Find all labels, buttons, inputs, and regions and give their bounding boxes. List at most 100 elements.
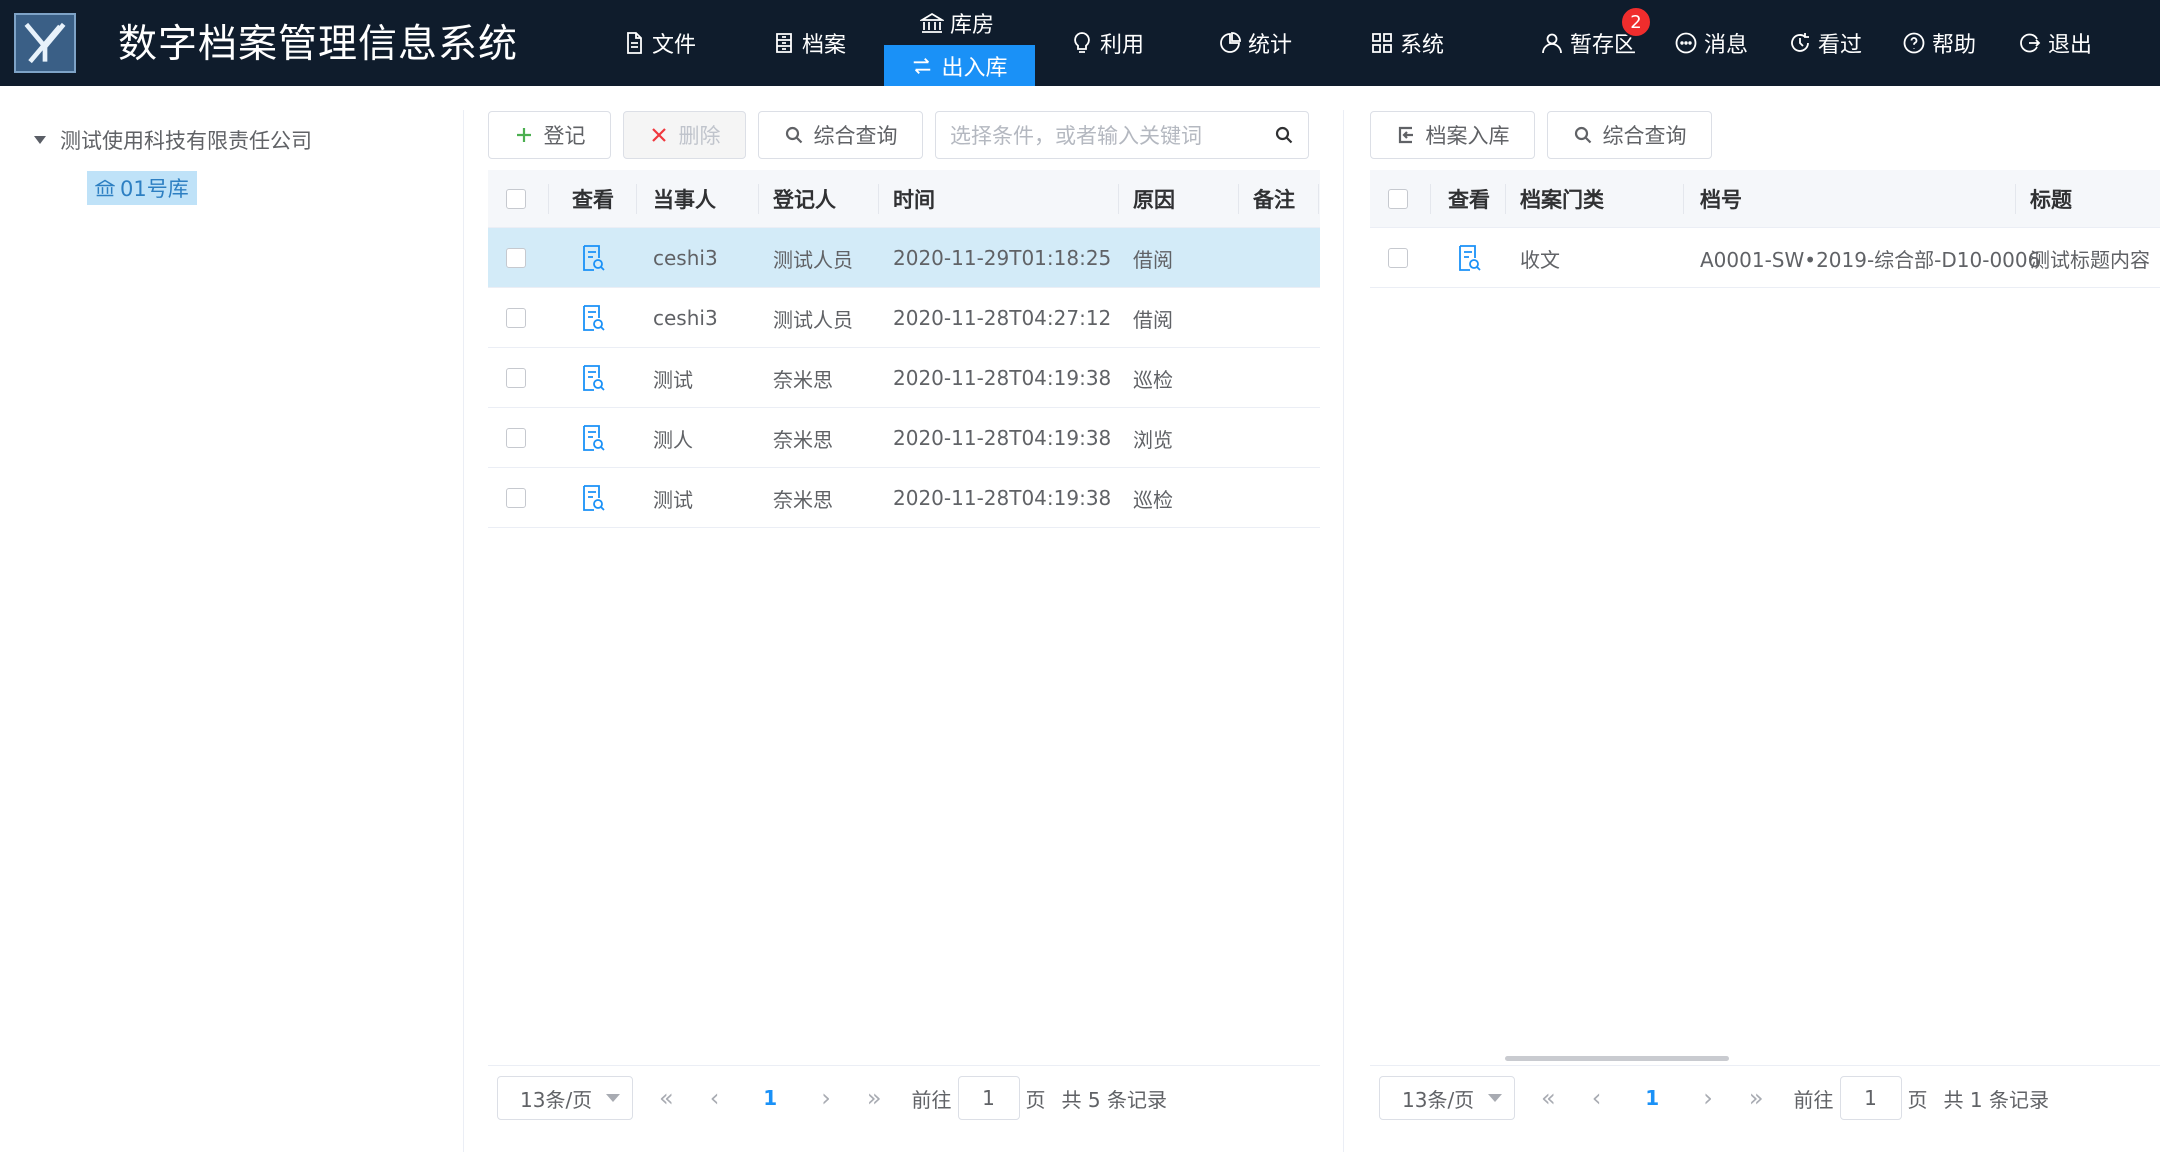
right-pagination: 13条/页 « ‹ 1 › » 前往 1 页 共 1 条记录 bbox=[1379, 1075, 2049, 1121]
nav-archive[interactable]: 档案 bbox=[772, 28, 846, 58]
nav-warehouse[interactable]: 库房 bbox=[920, 8, 994, 38]
page-size-value: 13条/页 bbox=[520, 1087, 593, 1112]
search-icon bbox=[785, 126, 802, 144]
col-view[interactable]: 查看 bbox=[572, 170, 614, 228]
nav-sub-inout[interactable]: 出入库 bbox=[884, 45, 1035, 86]
row-checkbox[interactable] bbox=[1388, 248, 1408, 268]
next-page-icon[interactable]: › bbox=[821, 1084, 831, 1112]
table-row[interactable]: 收文 A0001-SW•2019-综合部-D10-0006 测试标题内容 bbox=[1370, 228, 2160, 288]
panel-divider-right bbox=[1343, 110, 1344, 1152]
cell-registrar: 测试人员 bbox=[773, 307, 853, 332]
view-detail-icon[interactable] bbox=[580, 304, 606, 332]
prev-page-icon[interactable]: ‹ bbox=[710, 1084, 720, 1112]
row-checkbox[interactable] bbox=[506, 368, 526, 388]
view-detail-icon[interactable] bbox=[1456, 244, 1482, 272]
nav-warehouse-label: 库房 bbox=[950, 13, 995, 38]
col-note[interactable]: 备注 bbox=[1253, 170, 1295, 228]
first-page-icon[interactable]: « bbox=[659, 1084, 674, 1112]
nav-file-label: 文件 bbox=[652, 33, 697, 58]
current-page[interactable]: 1 bbox=[1645, 1086, 1659, 1110]
col-category[interactable]: 档案门类 bbox=[1520, 170, 1604, 228]
nav-file[interactable]: 文件 bbox=[622, 28, 696, 58]
table-row[interactable]: 测人 奈米思 2020-11-28T04:19:38 浏览 bbox=[488, 408, 1320, 468]
page-size-select[interactable]: 13条/页 bbox=[1379, 1076, 1515, 1120]
nav-messages[interactable]: 消息 bbox=[1674, 28, 1748, 58]
col-reason[interactable]: 原因 bbox=[1133, 170, 1175, 228]
nav-history[interactable]: 看过 bbox=[1788, 28, 1862, 58]
goto-page-input[interactable]: 1 bbox=[957, 1076, 1020, 1120]
view-detail-icon[interactable] bbox=[580, 364, 606, 392]
select-all-checkbox[interactable] bbox=[506, 189, 526, 209]
table-row[interactable]: 测试 奈米思 2020-11-28T04:19:38 巡检 bbox=[488, 468, 1320, 528]
nav-messages-label: 消息 bbox=[1704, 33, 1749, 58]
next-page-icon[interactable]: › bbox=[1703, 1084, 1713, 1112]
prev-page-icon[interactable]: ‹ bbox=[1592, 1084, 1602, 1112]
nav-staging[interactable]: 暂存区 bbox=[1540, 28, 1636, 58]
table-row[interactable]: 测试 奈米思 2020-11-28T04:19:38 巡检 bbox=[488, 348, 1320, 408]
view-detail-icon[interactable] bbox=[580, 244, 606, 272]
page-unit-label: 页 bbox=[1907, 1087, 1928, 1112]
cell-party: ceshi3 bbox=[653, 246, 718, 270]
cell-registrar: 测试人员 bbox=[773, 247, 853, 272]
cell-time: 2020-11-28T04:27:12 bbox=[893, 306, 1112, 330]
table-row[interactable]: ceshi3 测试人员 2020-11-28T04:27:12 借阅 bbox=[488, 288, 1320, 348]
nav-sub-inout-label: 出入库 bbox=[941, 55, 1008, 81]
archive-table: 查看 档案门类 档号 标题 收文 A0001-SW•2019-综合部-D10-0… bbox=[1370, 170, 2160, 288]
caret-down-icon[interactable] bbox=[34, 136, 46, 144]
register-button[interactable]: 登记 bbox=[488, 111, 611, 159]
panel-divider-left bbox=[463, 110, 464, 1152]
cell-category: 收文 bbox=[1520, 247, 1560, 272]
bank-icon bbox=[920, 12, 944, 33]
horizontal-scrollbar[interactable] bbox=[1505, 1056, 1729, 1061]
cell-reason: 巡检 bbox=[1133, 367, 1173, 392]
history-icon bbox=[1791, 33, 1809, 52]
page-size-select[interactable]: 13条/页 bbox=[497, 1076, 633, 1120]
col-number[interactable]: 档号 bbox=[1700, 170, 1742, 228]
cell-registrar: 奈米思 bbox=[773, 487, 833, 512]
last-page-icon[interactable]: » bbox=[1749, 1084, 1764, 1112]
left-pagination: 13条/页 « ‹ 1 › » 前往 1 页 共 5 条记录 bbox=[497, 1075, 1167, 1121]
row-checkbox[interactable] bbox=[506, 248, 526, 268]
row-checkbox[interactable] bbox=[506, 308, 526, 328]
first-page-icon[interactable]: « bbox=[1541, 1084, 1556, 1112]
col-registrar[interactable]: 登记人 bbox=[773, 170, 836, 228]
row-checkbox[interactable] bbox=[506, 428, 526, 448]
view-detail-icon[interactable] bbox=[580, 424, 606, 452]
cell-party: 测试 bbox=[653, 367, 693, 392]
help-icon bbox=[1903, 32, 1925, 54]
tree-node-label: 01号库 bbox=[120, 177, 189, 201]
chat-icon bbox=[1675, 32, 1697, 54]
col-title[interactable]: 标题 bbox=[2030, 170, 2072, 228]
tree-node-warehouse[interactable]: 01号库 bbox=[87, 171, 197, 205]
col-view[interactable]: 查看 bbox=[1448, 170, 1490, 228]
col-party[interactable]: 当事人 bbox=[653, 170, 716, 228]
inout-table: 查看 当事人 登记人 时间 原因 备注 ceshi3 测试人员 2020-11-… bbox=[488, 170, 1320, 528]
left-query-button[interactable]: 综合查询 bbox=[758, 111, 923, 159]
current-page[interactable]: 1 bbox=[763, 1086, 777, 1110]
col-time[interactable]: 时间 bbox=[893, 170, 935, 228]
instore-button[interactable]: 档案入库 bbox=[1370, 111, 1535, 159]
delete-button[interactable]: 删除 bbox=[623, 111, 746, 159]
search-icon[interactable] bbox=[1274, 125, 1294, 145]
search-icon bbox=[1574, 126, 1591, 144]
chevron-down-icon bbox=[606, 1094, 620, 1102]
right-query-button[interactable]: 综合查询 bbox=[1547, 111, 1712, 159]
archive-icon bbox=[776, 33, 792, 53]
nav-system[interactable]: 系统 bbox=[1370, 28, 1444, 58]
search-input[interactable]: 选择条件，或者输入关键词 bbox=[935, 111, 1309, 159]
nav-help[interactable]: 帮助 bbox=[1902, 28, 1976, 58]
table-row[interactable]: ceshi3 测试人员 2020-11-29T01:18:25 借阅 bbox=[488, 228, 1320, 288]
select-all-checkbox[interactable] bbox=[1388, 189, 1408, 209]
nav-use[interactable]: 利用 bbox=[1070, 28, 1144, 58]
nav-stats[interactable]: 统计 bbox=[1218, 28, 1292, 58]
row-checkbox[interactable] bbox=[506, 488, 526, 508]
nav-logout[interactable]: 退出 bbox=[2018, 28, 2092, 58]
app-logo bbox=[14, 13, 76, 73]
cell-time: 2020-11-28T04:19:38 bbox=[893, 426, 1112, 450]
goto-page-input[interactable]: 1 bbox=[1839, 1076, 1902, 1120]
last-page-icon[interactable]: » bbox=[867, 1084, 882, 1112]
tree-root-company[interactable]: 测试使用科技有限责任公司 bbox=[34, 125, 312, 155]
cell-registrar: 奈米思 bbox=[773, 427, 833, 452]
left-query-button-label: 综合查询 bbox=[813, 124, 898, 148]
view-detail-icon[interactable] bbox=[580, 484, 606, 512]
